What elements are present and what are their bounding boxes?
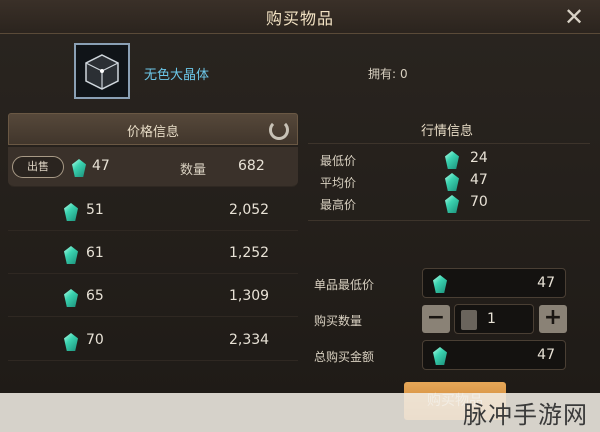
owned-label: 拥有: [368,67,397,81]
total-value: 47 [537,347,555,363]
refresh-icon[interactable] [269,120,289,140]
unit-price-label: 单品最低价 [314,278,375,292]
market-title: 行情信息 [420,124,473,139]
owned-count: 拥有: 0 [368,65,408,82]
row-qty: 2,052 [229,202,270,218]
gem-icon [445,151,459,169]
calculator-icon[interactable] [461,310,477,330]
market-info: 最低价 24 平均价 47 最高价 70 [308,143,590,221]
quantity-label: 购买数量 [314,314,363,328]
market-label-min: 最低价 [320,154,357,168]
price-row[interactable]: 70 2,334 [8,321,298,361]
unit-price-value: 47 [537,275,555,291]
gem-icon [64,289,78,307]
price-row[interactable]: 65 1,309 [8,277,298,317]
market-value-min: 24 [470,150,488,166]
price-panel-header: 价格信息 [8,113,298,145]
market-label-avg: 平均价 [320,176,357,190]
price-panel: 价格信息 出售 47 数量 682 51 2,052 61 1,252 65 1… [8,113,298,383]
total-label: 总购买金额 [314,350,375,364]
row-qty: 682 [238,158,265,174]
dialog-title: 购买物品 [265,9,334,28]
watermark: 脉冲手游网 [463,401,588,429]
title-bar: 购买物品 ✕ [0,0,600,34]
market-value-avg: 47 [470,172,488,188]
price-row[interactable]: 51 2,052 [8,191,298,231]
watermark-bar: 脉冲手游网 [0,393,600,432]
gem-icon [64,246,78,264]
price-panel-title: 价格信息 [126,125,179,140]
row-qty: 1,252 [229,245,270,261]
item-name: 无色大晶体 [144,68,210,83]
total-field: 47 [422,340,566,370]
gem-icon [445,173,459,191]
purchase-dialog: 购买物品 ✕ 无色大晶体 拥有:0 价格信息 出售 47 数量 682 51 [0,0,600,432]
row-price: 61 [86,245,104,261]
decrease-quantity-button[interactable]: − [422,305,450,333]
row-qty: 1,309 [229,288,270,304]
close-icon[interactable]: ✕ [562,5,586,29]
row-qty: 2,334 [229,332,270,348]
gem-icon [445,195,459,213]
increase-quantity-button[interactable]: + [539,305,567,333]
quantity-value: 1 [487,311,496,327]
gem-icon [64,203,78,221]
qty-label: 数量 [180,163,207,178]
gem-icon [433,347,447,365]
gem-icon [64,333,78,351]
gem-icon [72,159,86,177]
market-value-max: 70 [470,194,488,210]
unit-price-field: 47 [422,268,566,298]
quantity-input[interactable]: 1 [454,304,534,334]
row-price: 51 [86,202,104,218]
price-row-sell[interactable]: 出售 47 数量 682 [8,147,298,187]
gem-icon [433,275,447,293]
row-price: 65 [86,288,104,304]
row-price: 47 [92,158,110,174]
sell-badge: 出售 [12,156,64,178]
price-row[interactable]: 61 1,252 [8,234,298,274]
row-price: 70 [86,332,104,348]
owned-value: 0 [400,67,408,81]
market-label-max: 最高价 [320,198,357,212]
crystal-cube-icon [74,43,130,99]
